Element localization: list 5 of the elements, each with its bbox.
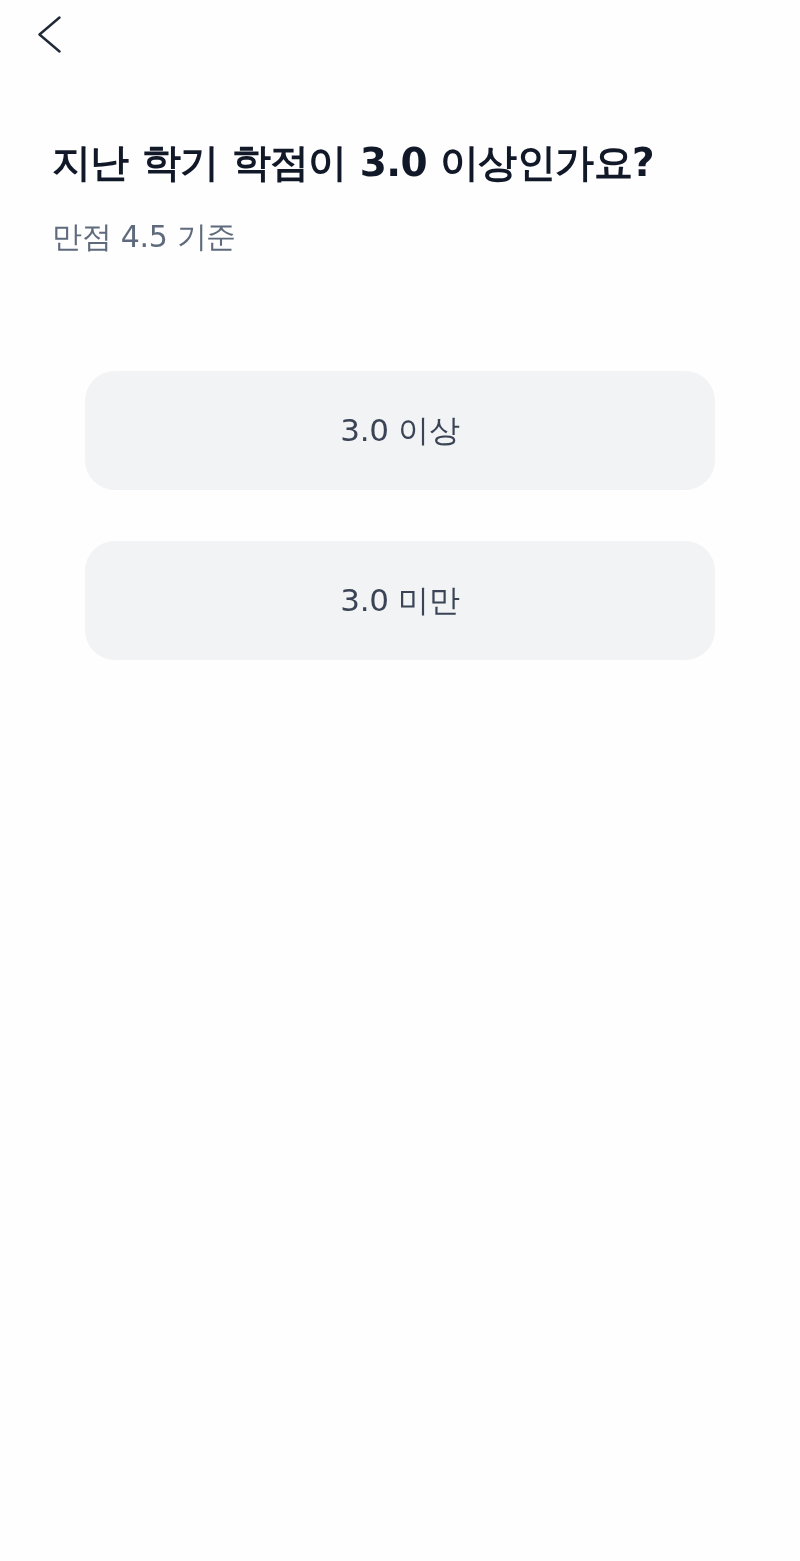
option-button[interactable]: 3.0 미만	[85, 541, 715, 660]
option-button[interactable]: 3.0 이상	[85, 371, 715, 490]
question-title: 지난 학기 학점이 3.0 이상인가요?	[52, 139, 656, 187]
back-icon[interactable]	[38, 16, 61, 53]
question-subtitle: 만점 4.5 기준	[52, 218, 238, 256]
